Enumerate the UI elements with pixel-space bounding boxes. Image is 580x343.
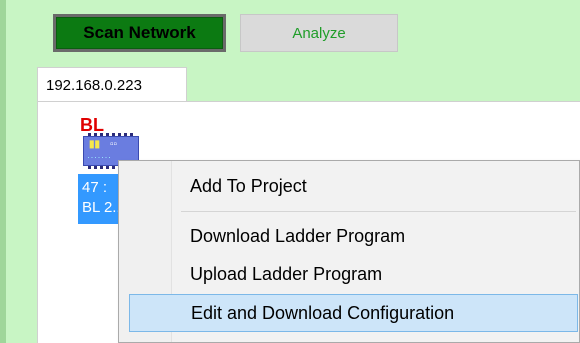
menu-item-label: Upload Ladder Program bbox=[190, 263, 383, 284]
device-tag-label: BL bbox=[80, 115, 104, 135]
menu-separator bbox=[181, 211, 576, 212]
menu-item-label: Download Ladder Program bbox=[190, 225, 406, 246]
menu-item-label: Add To Project bbox=[190, 175, 307, 196]
context-menu: Add To Project Download Ladder Program U… bbox=[118, 160, 580, 343]
chip-brand-mark: ······· bbox=[87, 152, 112, 162]
scan-network-button[interactable]: Scan Network bbox=[53, 14, 226, 52]
tab-label: 192.168.0.223 bbox=[46, 76, 142, 94]
chip-port-icon: ▫▫ bbox=[110, 139, 118, 150]
menu-item-upload-ladder-program[interactable]: Upload Ladder Program bbox=[129, 255, 579, 293]
chip-pins-top bbox=[88, 133, 136, 136]
tab-ip-address[interactable]: 192.168.0.223 bbox=[37, 67, 187, 102]
menu-item-download-ladder-program[interactable]: Download Ladder Program bbox=[129, 217, 579, 255]
window-left-border bbox=[0, 0, 6, 343]
chip-mark-icon: ▮▮ bbox=[89, 139, 101, 150]
menu-item-add-to-project[interactable]: Add To Project bbox=[129, 167, 579, 205]
analyze-button[interactable]: Analyze bbox=[240, 14, 398, 52]
menu-item-edit-and-download-configuration[interactable]: Edit and Download Configuration bbox=[129, 294, 578, 332]
menu-item-label: Edit and Download Configuration bbox=[191, 302, 455, 323]
